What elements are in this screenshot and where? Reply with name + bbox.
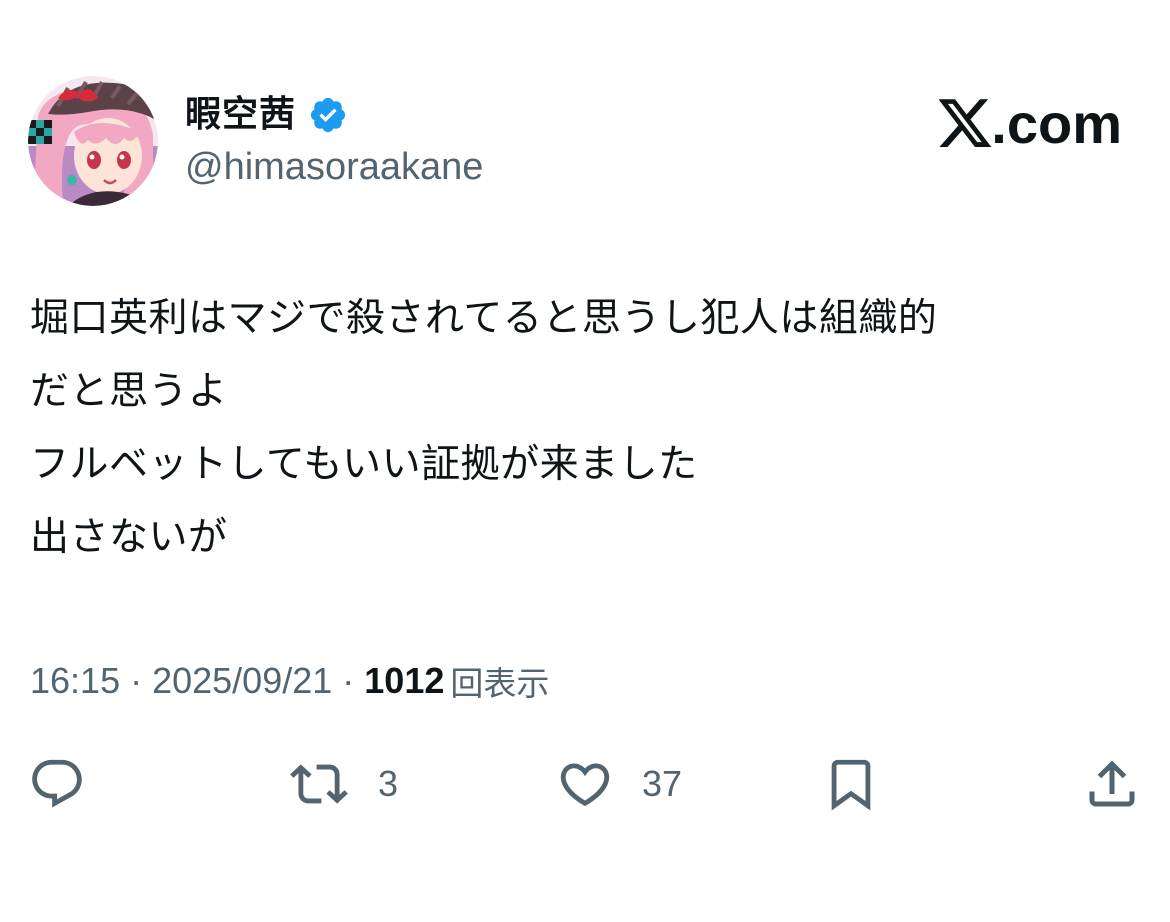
tweet-line: 堀口英利はマジで殺されてると思うし犯人は組織的	[30, 296, 938, 341]
tweet-line: だと思うよ	[30, 369, 228, 414]
x-logo-icon	[939, 99, 992, 148]
share-button[interactable]	[1082, 752, 1168, 816]
brand-watermark: .com	[939, 92, 1122, 156]
retweet-icon	[290, 764, 348, 804]
author-name-row[interactable]: 暇空茜	[185, 90, 348, 140]
bookmark-button[interactable]	[822, 752, 906, 816]
tweet-line: 出さないが	[30, 515, 228, 560]
tweet-date[interactable]: 2025/09/21	[152, 660, 332, 702]
retweet-count: 3	[378, 763, 399, 804]
avatar[interactable]	[28, 76, 158, 206]
tweet-meta: 16:15 · 2025/09/21 · 1012 回表示	[30, 655, 549, 707]
retweet-button[interactable]: 3	[286, 752, 398, 816]
views-count[interactable]: 1012	[364, 660, 444, 702]
tweet-text: 堀口英利はマジで殺されてると思うし犯人は組織的 だと思うよ フルベットしてもいい…	[30, 282, 1140, 574]
tweet-line: フルベットしてもいい証拠が来ました	[30, 442, 698, 487]
bookmark-icon	[831, 759, 871, 811]
author-handle[interactable]: @himasoraakane	[185, 145, 483, 191]
anime-avatar-icon	[28, 76, 158, 206]
meta-separator: ·	[342, 660, 355, 701]
meta-separator: ·	[130, 660, 143, 701]
like-count: 37	[642, 763, 683, 804]
reply-icon	[32, 759, 82, 808]
tweet-actions: 3 37	[0, 752, 1170, 816]
tweet-time[interactable]: 16:15	[30, 660, 120, 702]
display-name[interactable]: 暇空茜	[185, 97, 296, 133]
share-icon	[1089, 760, 1135, 807]
verified-badge-icon	[310, 97, 346, 133]
brand-domain: .com	[991, 92, 1122, 155]
reply-button[interactable]	[28, 752, 112, 816]
like-button[interactable]: 37	[554, 752, 682, 816]
heart-icon	[560, 763, 610, 807]
views-label: 回表示	[450, 664, 550, 703]
